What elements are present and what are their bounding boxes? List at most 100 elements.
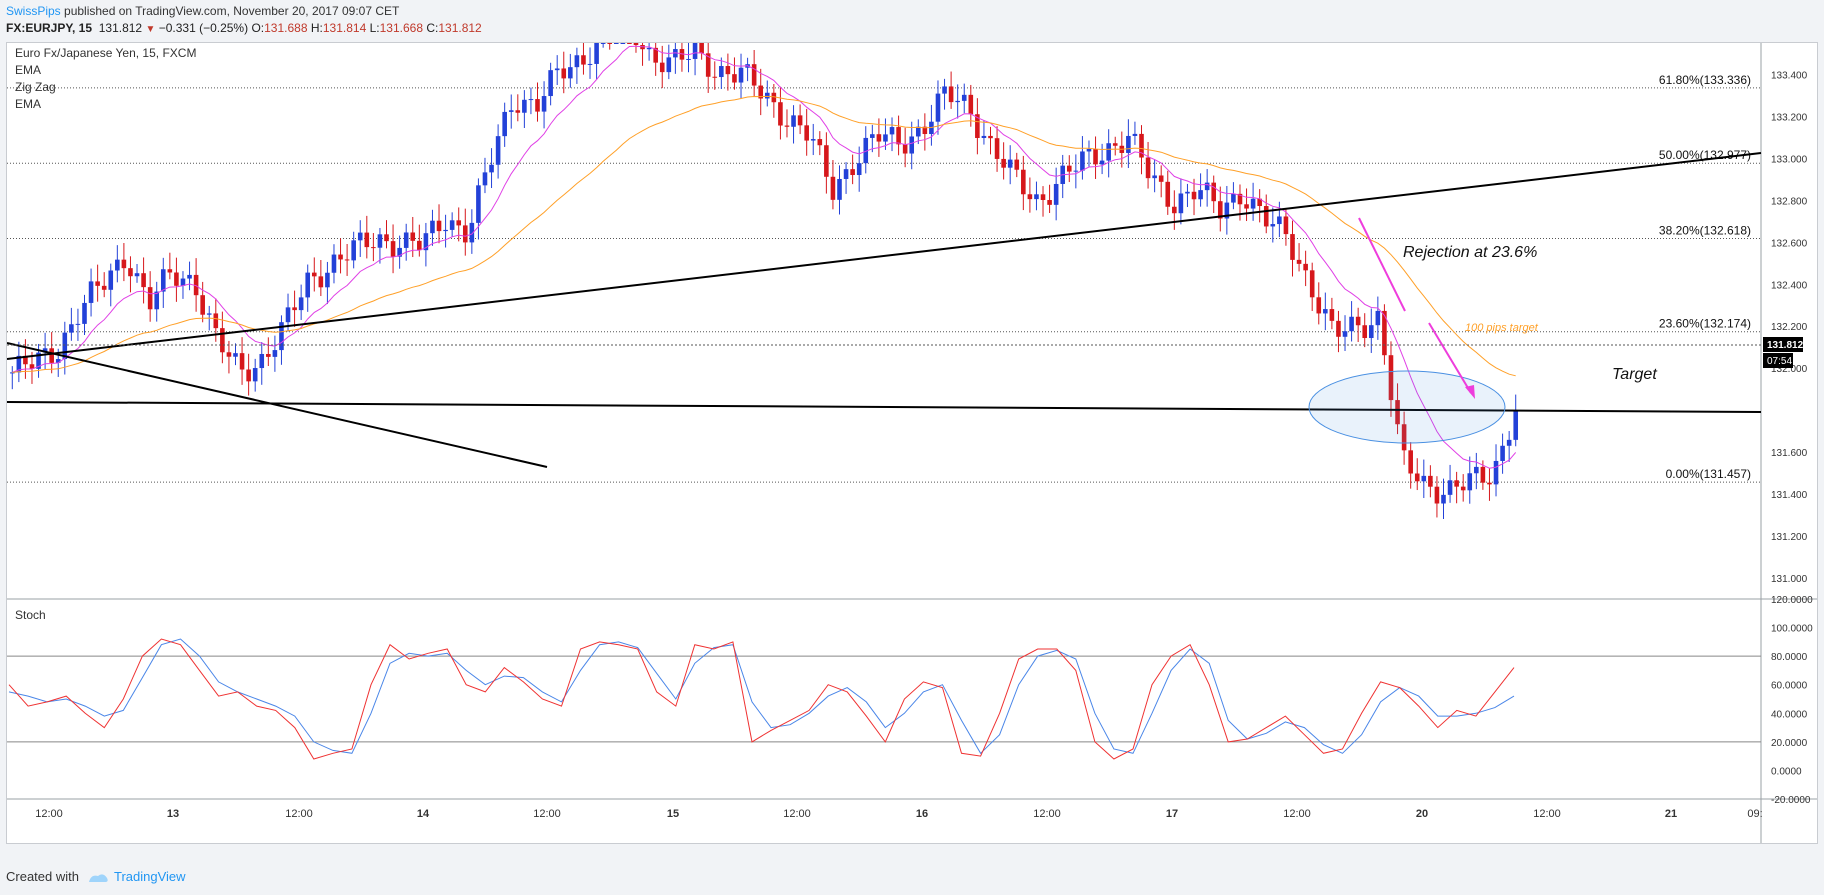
candle-body [1454, 480, 1459, 487]
stoch-k-line [8, 638, 1515, 760]
candle-body [187, 274, 192, 279]
candle-body [1126, 135, 1131, 153]
candle-body [456, 220, 462, 226]
candle-body [1244, 204, 1249, 209]
time-tick-label: 12:00 [1533, 808, 1561, 820]
candle-body [870, 134, 875, 138]
time-tick-label: 12:00 [1283, 808, 1311, 820]
candle-body [856, 163, 862, 176]
candle-body [174, 272, 179, 286]
candle-body [1198, 190, 1203, 200]
candle-body [692, 43, 698, 59]
candle-body [646, 47, 652, 50]
candle-body [1349, 316, 1354, 332]
candle-body [843, 169, 849, 179]
last-price: 131.812 [98, 21, 143, 35]
candle-body [417, 240, 422, 251]
candle-body [305, 272, 311, 298]
legend-symbol: Euro Fx/Japanese Yen, 15, FXCM [15, 46, 196, 60]
candle-body [449, 220, 455, 230]
stoch-tick-label: 120.0000 [1771, 595, 1813, 606]
candle-body [462, 225, 468, 243]
tradingview-logo-icon [88, 873, 108, 882]
candle-body [1500, 445, 1505, 461]
candle-body [1047, 200, 1052, 205]
candle-body [390, 241, 396, 257]
candle-body [1467, 473, 1473, 491]
candle-body [627, 43, 632, 44]
candle-body [167, 269, 173, 273]
price-tick-label: 133.400 [1771, 70, 1808, 81]
candle-body [318, 276, 324, 288]
candle-body [561, 68, 567, 79]
time-axis: 12:00 13 12:00 14 12:00 15 12:00 16 12:00 17 12:00… [35, 808, 1762, 820]
price-tick-label: 131.000 [1771, 574, 1808, 585]
candle-body [502, 111, 507, 137]
candle-body [1021, 169, 1026, 195]
footer: Created with TradingView [6, 869, 186, 884]
candle-body [988, 135, 993, 139]
candle-body [311, 272, 317, 277]
price-tick-label: 132.200 [1771, 322, 1808, 333]
candle-body [200, 295, 205, 315]
candle-body [797, 115, 803, 126]
candle-body [778, 102, 783, 126]
candle-body [1231, 193, 1236, 203]
candle-body [902, 144, 908, 154]
candle-body [1099, 160, 1105, 165]
candle-body [252, 368, 258, 382]
candle-body [1368, 325, 1374, 339]
candle-body [285, 307, 291, 323]
candles [9, 33, 1519, 520]
candle-body [883, 134, 888, 142]
candle-body [495, 136, 501, 165]
candle-body [134, 273, 140, 277]
candle-body [1145, 157, 1151, 179]
time-tick-label: 12:00 [35, 808, 63, 820]
candle-body [1329, 309, 1335, 321]
candle-body [101, 285, 107, 290]
tradingview-link[interactable]: TradingView [87, 869, 186, 884]
candle-body [482, 172, 488, 186]
candle-body [141, 273, 146, 288]
candle-body [541, 96, 547, 112]
candle-body [357, 232, 363, 241]
candle-body [49, 348, 54, 363]
stoch-tick-label: 40.0000 [1771, 709, 1808, 720]
ohlc-line: FX:EURJPY, 15 131.812 ▼ −0.331 (−0.25%) … [6, 21, 482, 35]
candle-body [1447, 480, 1453, 495]
candle-body [915, 126, 921, 137]
candle-body [1336, 320, 1341, 337]
candle-body [1007, 159, 1013, 168]
candle-body [1474, 466, 1479, 474]
candle-body [292, 307, 297, 311]
candle-body [75, 323, 81, 325]
tradingview-brand: TradingView [113, 869, 186, 884]
candle-body [810, 139, 816, 141]
candle-body [233, 353, 238, 357]
candle-body [82, 302, 87, 324]
candle-body [738, 67, 744, 83]
candle-body [935, 93, 941, 122]
candle-body [522, 99, 527, 113]
candle-body [1480, 466, 1486, 483]
high-value: 131.814 [322, 21, 367, 35]
candle-body [430, 220, 435, 234]
candle-body [226, 352, 232, 357]
price-tick-label: 132.800 [1771, 196, 1808, 207]
candle-body [1493, 460, 1499, 485]
close-value: 131.812 [438, 21, 482, 35]
candle-body [817, 139, 823, 146]
candle-body [1342, 331, 1348, 337]
candle-body [1093, 148, 1098, 165]
author-link[interactable]: SwissPips [6, 4, 61, 18]
candle-body [239, 353, 245, 370]
stoch-tick-label: 100.0000 [1771, 624, 1813, 635]
chart-canvas[interactable]: 61.80%(133.336)50.00%(132.977)38.20%(132… [6, 33, 1817, 843]
candle-body [633, 43, 639, 46]
stoch-tick-label: 20.0000 [1771, 738, 1808, 749]
low-value: 131.668 [379, 21, 423, 35]
candle-body [1191, 191, 1197, 200]
open-value: 131.688 [264, 21, 308, 35]
rejection-label: Rejection at 23.6% [1403, 244, 1537, 261]
